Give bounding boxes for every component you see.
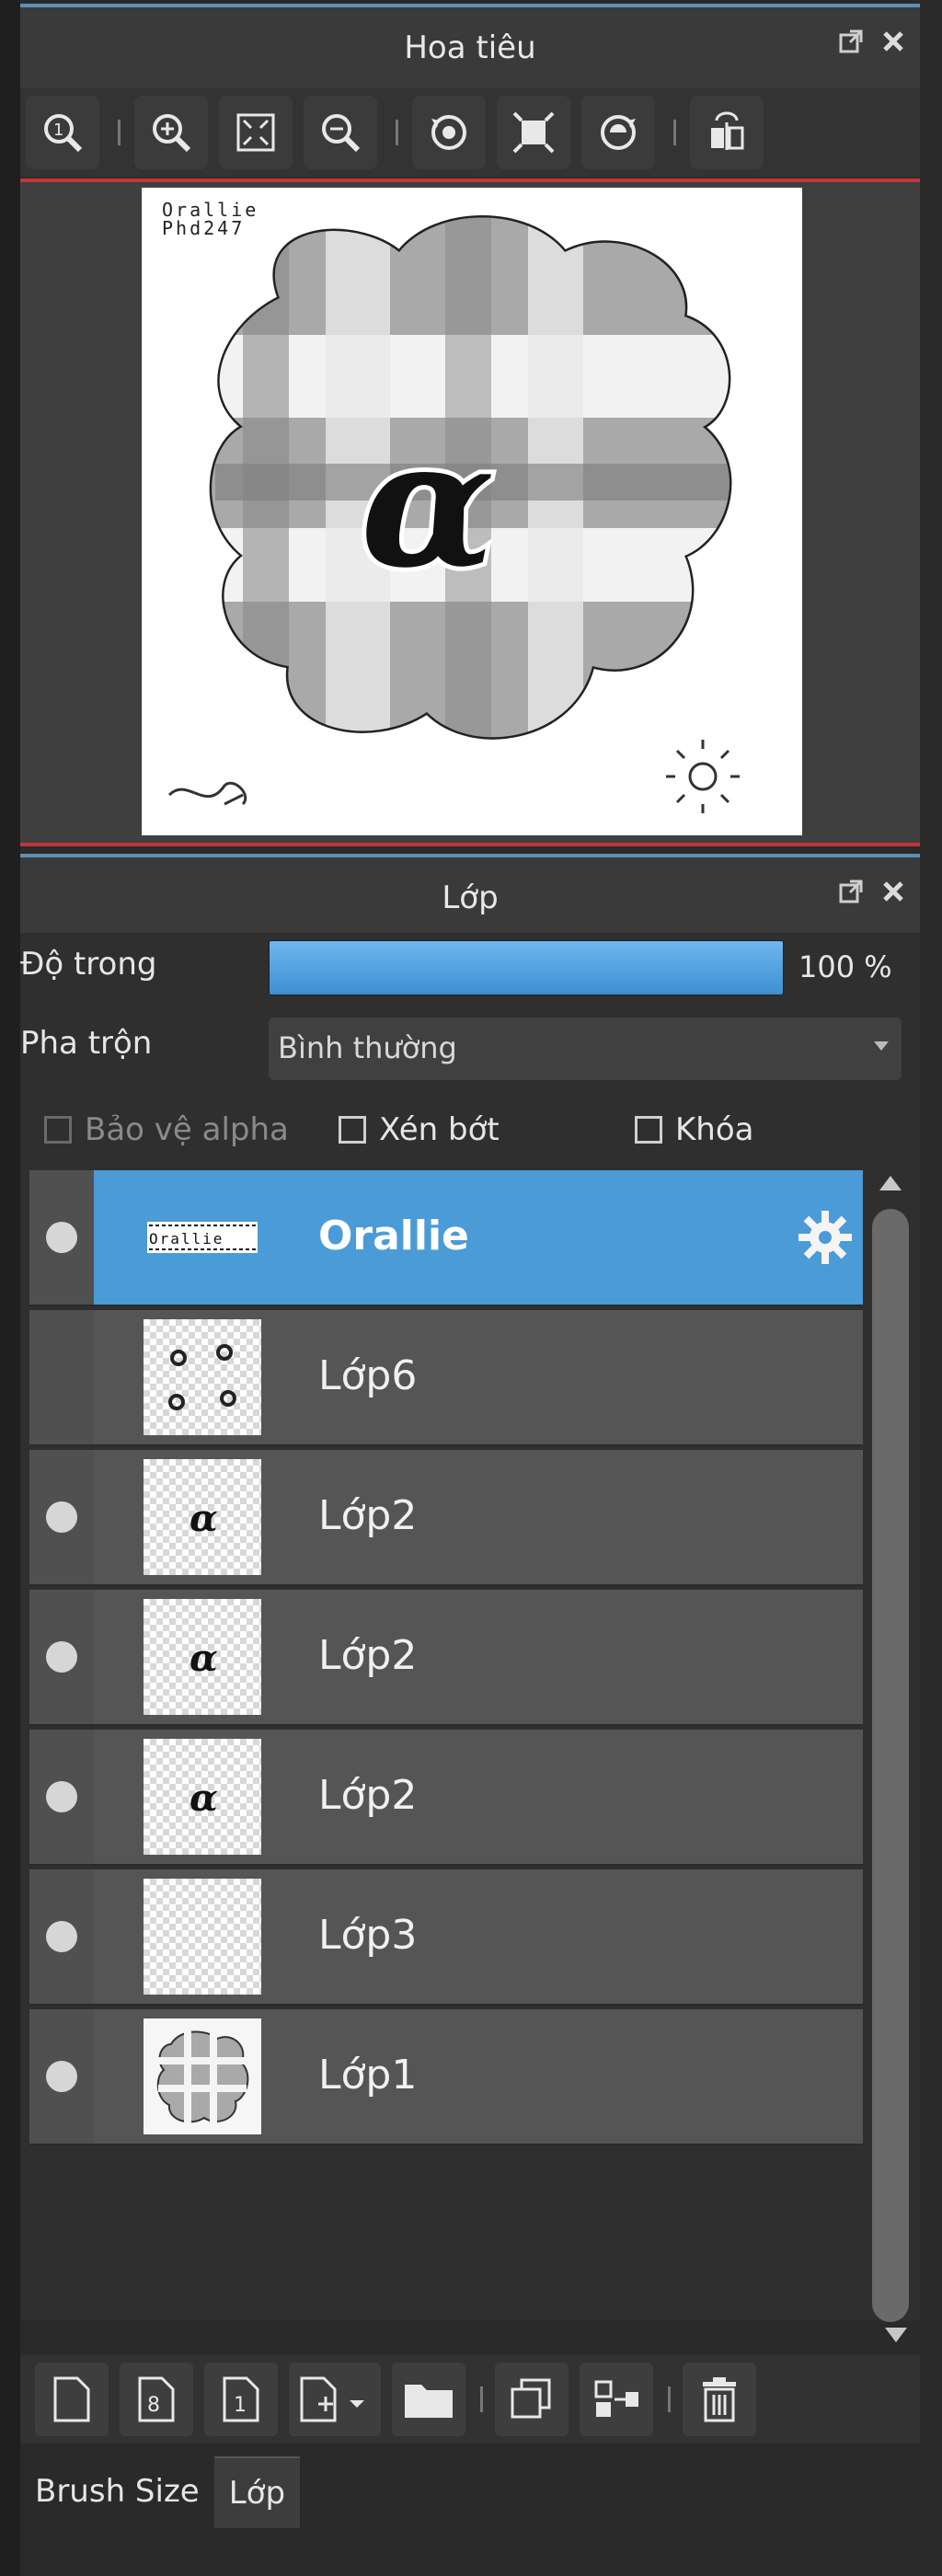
canvas-preview: Orallie Phd247 α bbox=[142, 188, 802, 835]
new-1bit-layer-icon[interactable]: 1 bbox=[204, 2363, 278, 2436]
scroll-up-icon[interactable] bbox=[879, 1176, 902, 1190]
layer-name: Lớp6 bbox=[318, 1352, 418, 1399]
navigator-toolbar: 1 bbox=[20, 88, 920, 177]
duplicate-layer-icon[interactable] bbox=[495, 2363, 569, 2436]
layer-name: Orallie bbox=[318, 1213, 469, 1259]
blend-mode-select[interactable]: Bình thường bbox=[269, 1018, 902, 1080]
clipping-checkbox[interactable]: Xén bớt bbox=[339, 1111, 500, 1148]
layer-item-orallie[interactable]: Orallie Orallie bbox=[29, 1170, 863, 1306]
add-layer-menu-icon[interactable] bbox=[289, 2363, 381, 2436]
layer-thumbnail: Orallie bbox=[144, 1179, 261, 1295]
close-icon[interactable] bbox=[879, 28, 907, 55]
opacity-label: Độ trong bbox=[20, 946, 157, 983]
svg-text:α: α bbox=[361, 401, 495, 606]
layer-scrollbar[interactable] bbox=[863, 1176, 914, 2329]
layer-item-lop6[interactable]: Lớp6 bbox=[29, 1310, 863, 1446]
layers-header: Lớp bbox=[20, 854, 920, 938]
svg-text:1: 1 bbox=[53, 121, 63, 140]
fit-window-icon[interactable] bbox=[497, 96, 570, 169]
layer-toolbar: 8 1 bbox=[20, 2355, 920, 2444]
fit-screen-icon[interactable] bbox=[219, 96, 293, 169]
lock-checkbox[interactable]: Khóa bbox=[635, 1111, 753, 1148]
layer-properties: Độ trong 100 % Pha trộn Bình thường Bảo … bbox=[20, 933, 920, 1172]
visibility-toggle[interactable] bbox=[46, 1501, 77, 1533]
close-icon[interactable] bbox=[879, 878, 907, 905]
delete-layer-icon[interactable] bbox=[683, 2363, 756, 2436]
lock-label: Khóa bbox=[675, 1111, 754, 1148]
blend-label: Pha trộn bbox=[20, 1025, 153, 1062]
rotate-left-icon[interactable] bbox=[412, 96, 486, 169]
checkbox-box bbox=[44, 1116, 72, 1144]
merge-down-icon[interactable] bbox=[580, 2363, 653, 2436]
svg-text:1: 1 bbox=[234, 2394, 247, 2417]
svg-text:α: α bbox=[190, 1497, 218, 1540]
checkbox-box bbox=[339, 1116, 366, 1144]
flip-horizontal-icon[interactable] bbox=[690, 96, 764, 169]
opacity-slider[interactable] bbox=[269, 940, 784, 995]
layer-name: Lớp2 bbox=[318, 1772, 418, 1819]
layer-item-lop2[interactable]: α Lớp2 bbox=[29, 1590, 863, 1726]
checkbox-box bbox=[635, 1116, 662, 1144]
svg-text:α: α bbox=[190, 1777, 218, 1820]
popout-icon[interactable] bbox=[837, 28, 865, 55]
layer-item-lop1[interactable]: Lớp1 bbox=[29, 2009, 863, 2145]
new-folder-icon[interactable] bbox=[392, 2363, 465, 2436]
layer-item-lop3[interactable]: Lớp3 bbox=[29, 1869, 863, 2006]
layer-name: Lớp3 bbox=[318, 1912, 418, 1959]
protect-alpha-checkbox[interactable]: Bảo vệ alpha bbox=[44, 1111, 289, 1148]
visibility-toggle[interactable] bbox=[46, 1921, 77, 1952]
layer-thumbnail bbox=[144, 2018, 261, 2134]
layer-thumbnail: α bbox=[144, 1739, 261, 1855]
visibility-toggle[interactable] bbox=[46, 1781, 77, 1812]
tab-label: Brush Size bbox=[35, 2473, 200, 2510]
scrollbar-thumb[interactable] bbox=[872, 1209, 909, 2322]
zoom-100-icon[interactable]: 1 bbox=[26, 96, 99, 169]
layer-name: Lớp1 bbox=[318, 2052, 418, 2099]
layer-thumbnail: α bbox=[144, 1599, 261, 1715]
svg-text:8: 8 bbox=[147, 2394, 160, 2417]
visibility-toggle[interactable] bbox=[46, 1222, 77, 1253]
navigator-title: Hoa tiêu bbox=[404, 29, 536, 66]
tab-label: Lớp bbox=[228, 2475, 286, 2512]
popout-icon[interactable] bbox=[837, 878, 865, 905]
navigator-header: Hoa tiêu bbox=[20, 4, 920, 88]
visibility-toggle[interactable] bbox=[46, 1641, 77, 1673]
navigator-preview[interactable]: Orallie Phd247 α bbox=[20, 178, 920, 846]
zoom-out-icon[interactable] bbox=[304, 96, 377, 169]
tab-layer[interactable]: Lớp bbox=[213, 2456, 301, 2528]
layer-name: Lớp2 bbox=[318, 1492, 418, 1539]
opacity-value: 100 % bbox=[798, 949, 892, 984]
svg-text:Orallie: Orallie bbox=[149, 1230, 224, 1248]
scroll-down-icon[interactable] bbox=[885, 2328, 907, 2342]
layer-item-lop2[interactable]: α Lớp2 bbox=[29, 1450, 863, 1586]
blend-mode-value: Bình thường bbox=[278, 1030, 457, 1065]
layer-thumbnail bbox=[144, 1319, 261, 1435]
layer-item-lop2[interactable]: α Lớp2 bbox=[29, 1730, 863, 1866]
clipping-label: Xén bớt bbox=[379, 1111, 500, 1148]
chevron-down-icon bbox=[874, 1041, 889, 1051]
artwork-image: α bbox=[167, 215, 740, 813]
left-edge-strip bbox=[0, 0, 20, 2576]
layer-list-area: Orallie Orallie Lớp6 α Lớp2 α Lớp2 α Lớp… bbox=[20, 1167, 920, 2322]
layer-list: Orallie Orallie Lớp6 α Lớp2 α Lớp2 α Lớp… bbox=[29, 1170, 863, 2149]
svg-text:α: α bbox=[190, 1637, 218, 1680]
rotate-right-icon[interactable] bbox=[581, 96, 655, 169]
protect-alpha-label: Bảo vệ alpha bbox=[85, 1111, 289, 1148]
gear-icon[interactable] bbox=[797, 1209, 854, 1270]
layers-title: Lớp bbox=[442, 880, 499, 916]
tab-brush-size[interactable]: Brush Size bbox=[20, 2456, 214, 2526]
visibility-toggle[interactable] bbox=[46, 2061, 77, 2092]
new-layer-icon[interactable] bbox=[35, 2363, 109, 2436]
layer-name: Lớp2 bbox=[318, 1632, 418, 1679]
layer-thumbnail bbox=[144, 1879, 261, 1995]
new-8bit-layer-icon[interactable]: 8 bbox=[120, 2363, 193, 2436]
panel-tabs: Brush Size Lớp bbox=[20, 2456, 301, 2532]
zoom-in-icon[interactable] bbox=[134, 96, 208, 169]
layer-thumbnail: α bbox=[144, 1459, 261, 1575]
